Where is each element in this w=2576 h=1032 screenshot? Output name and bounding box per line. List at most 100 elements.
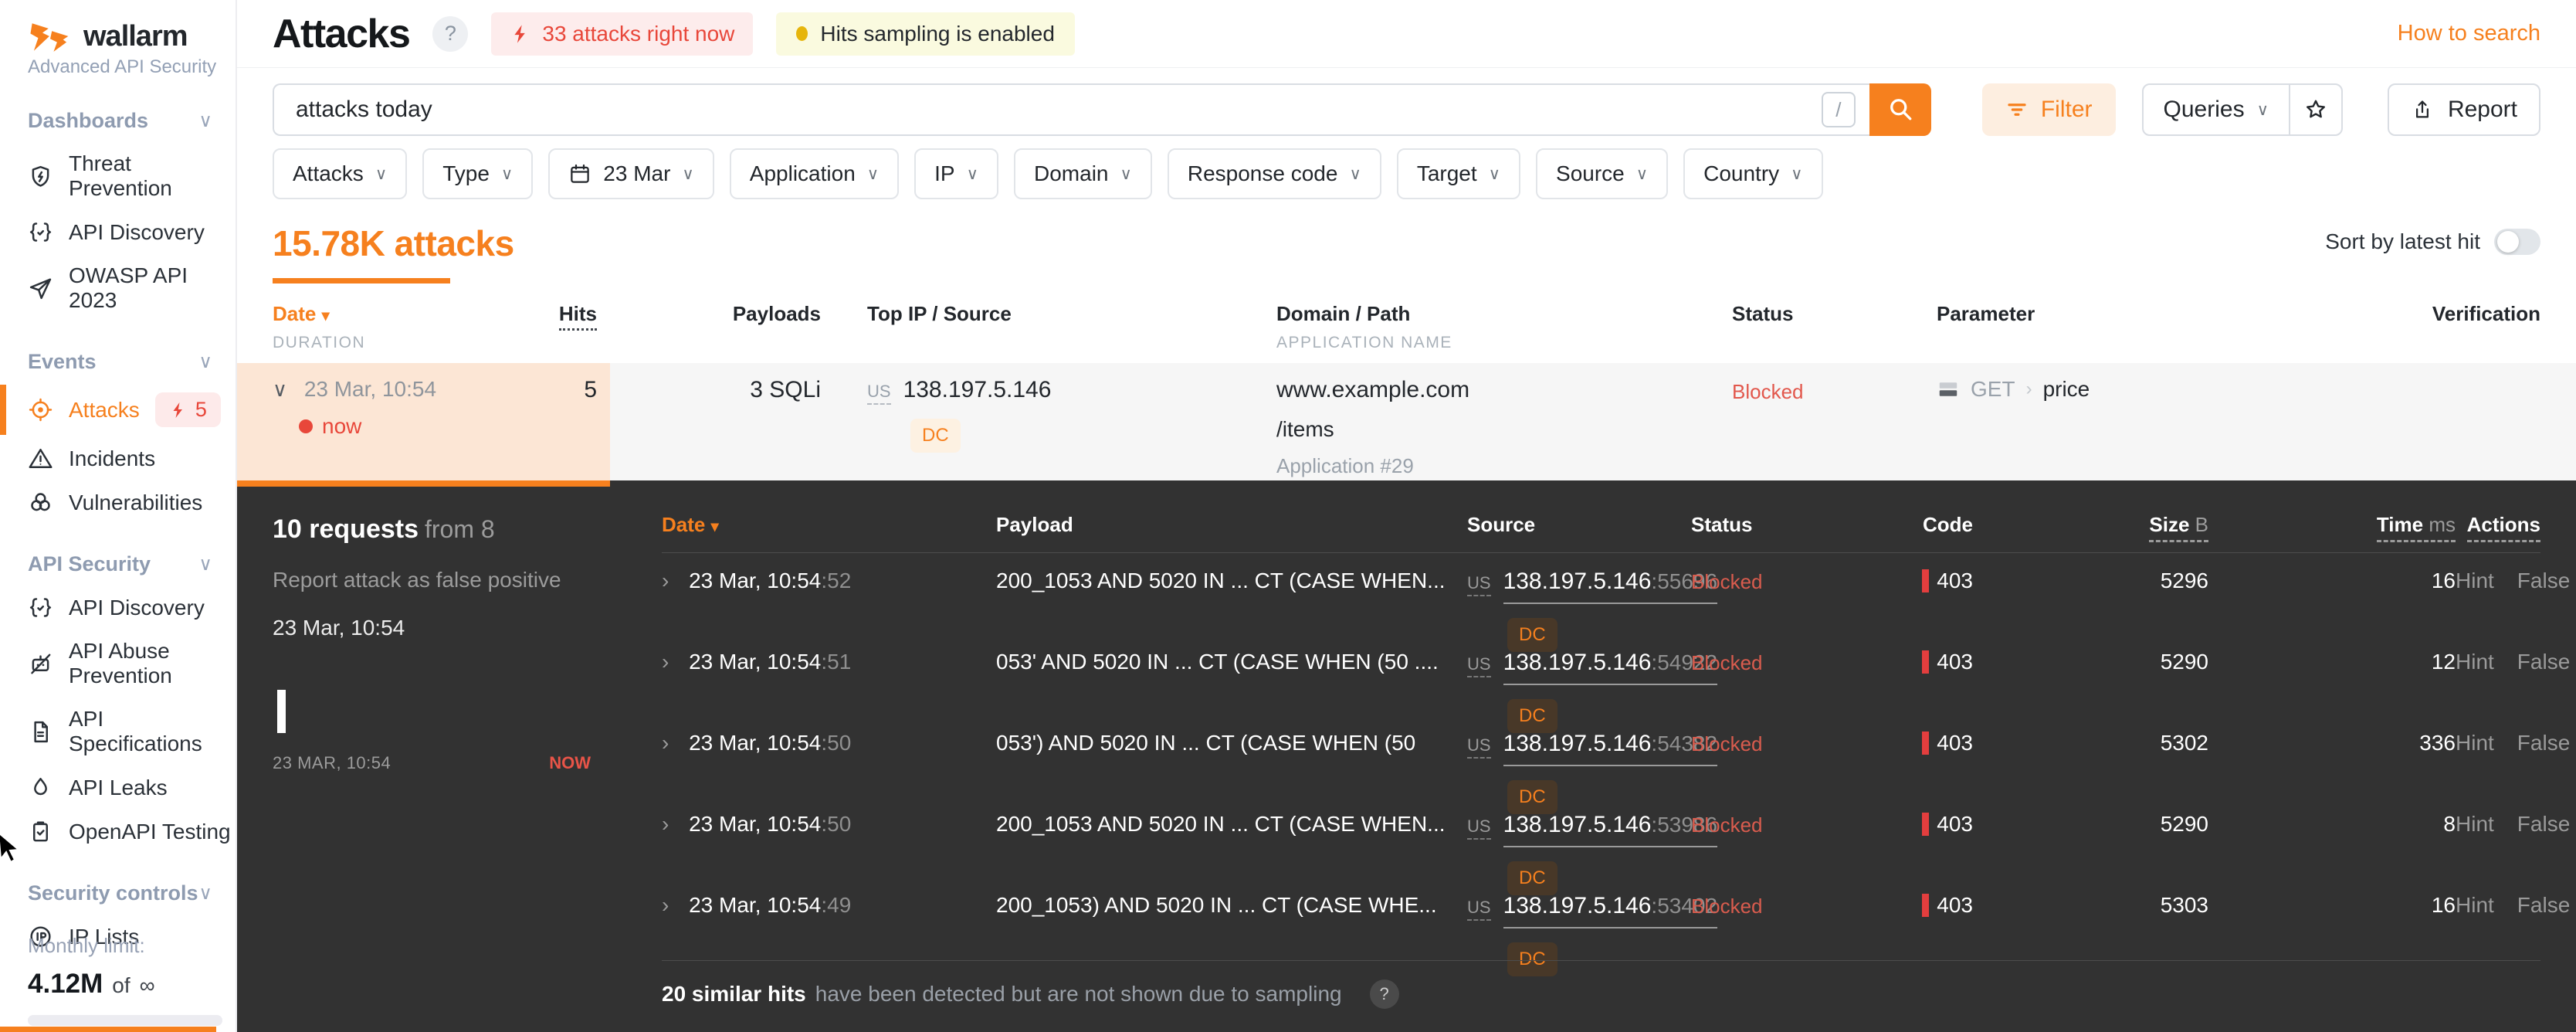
column-header-date[interactable]: Date ▾ DURATION [273, 302, 504, 352]
false-action[interactable]: False [2517, 893, 2570, 918]
domain[interactable]: www.example.com [1276, 377, 1732, 403]
sidebar-item[interactable]: API Leaks [28, 766, 236, 810]
chevron-right-icon[interactable]: › [662, 812, 669, 836]
sidebar-item[interactable]: API Abuse Prevention [28, 630, 236, 698]
hint-action[interactable]: Hint [2456, 893, 2494, 918]
filter-chip[interactable]: IP ∨ [914, 148, 998, 199]
filter-chip[interactable]: Country ∨ [1683, 148, 1823, 199]
attacks-right-now-badge[interactable]: 33 attacks right now [491, 12, 754, 56]
export-icon [2411, 98, 2434, 121]
filter-chip[interactable]: Type ∨ [422, 148, 534, 199]
sidebar-item[interactable]: Vulnerabilities [28, 480, 236, 524]
country-code[interactable]: US [867, 382, 891, 405]
column-header-size[interactable]: Size B [2149, 513, 2208, 542]
request-date-cell[interactable]: › 23 Mar, 10:54:51 [662, 650, 996, 674]
filter-chip[interactable]: Domain ∨ [1014, 148, 1152, 199]
chevron-right-icon[interactable]: › [662, 569, 669, 592]
filter-chip[interactable]: Application ∨ [729, 148, 900, 199]
sidebar-item[interactable]: Attacks 5 [0, 383, 236, 436]
monthly-limit-of: of [112, 973, 130, 997]
sidebar-section[interactable]: Events ∨ [28, 350, 236, 374]
chevron-right-icon[interactable]: › [662, 893, 669, 917]
search-row: / Filter Queries ∨ [273, 83, 2540, 136]
attack-date-cell[interactable]: ∨ 23 Mar, 10:54 now [273, 377, 504, 439]
country-code[interactable]: US [1467, 816, 1491, 840]
sidebar-section-label: Dashboards [28, 109, 149, 132]
request-row[interactable]: › 23 Mar, 10:54:50 053') AND 5020 IN ...… [662, 715, 2570, 814]
false-action[interactable]: False [2517, 569, 2570, 593]
request-date-cell[interactable]: › 23 Mar, 10:54:50 [662, 812, 996, 837]
country-code[interactable]: US [1467, 573, 1491, 596]
attack-row-expanded[interactable]: ∨ 23 Mar, 10:54 now 5 3 SQLi US 138.197.… [237, 363, 2576, 487]
column-header-date[interactable]: Date ▾ [662, 513, 996, 537]
country-code[interactable]: US [1467, 654, 1491, 677]
search-box[interactable]: / [273, 83, 1869, 136]
detail-date: 23 Mar, 10:54 [273, 616, 405, 640]
hint-action[interactable]: Hint [2456, 569, 2494, 593]
filter-chip[interactable]: 23 Mar ∨ [548, 148, 714, 199]
sidebar-item[interactable]: Threat Prevention [28, 142, 236, 210]
sidebar-item[interactable]: API Specifications [28, 698, 236, 766]
sidebar-item-icon [28, 651, 53, 677]
report-false-positive-link[interactable]: Report attack as false positive [273, 568, 636, 592]
source-ip-link[interactable]: 138.197.5.146:53986 [1503, 812, 1718, 847]
request-row[interactable]: › 23 Mar, 10:54:50 200_1053 AND 5020 IN … [662, 796, 2570, 895]
request-row[interactable]: › 23 Mar, 10:54:49 200_1053) AND 5020 IN… [662, 878, 2570, 976]
path[interactable]: /items [1276, 417, 1732, 442]
sidebar-section[interactable]: Dashboards ∨ [28, 109, 236, 133]
column-header-hits[interactable]: Hits [558, 302, 597, 331]
help-icon[interactable]: ? [432, 15, 469, 52]
size-cell: 5302 [2160, 731, 2208, 755]
sidebar-item[interactable]: API Discovery [28, 586, 236, 630]
logo[interactable]: wallarm [28, 20, 236, 53]
filter-chip[interactable]: Source ∨ [1536, 148, 1669, 199]
country-code[interactable]: US [1467, 898, 1491, 921]
search-input[interactable] [296, 97, 1822, 123]
queries-dropdown[interactable]: Queries ∨ [2144, 85, 2289, 134]
country-code[interactable]: US [1467, 735, 1491, 759]
favorite-query-button[interactable] [2290, 85, 2341, 134]
sidebar-item[interactable]: Incidents [28, 436, 236, 480]
source-ip-link[interactable]: 138.197.5.146:53402 [1503, 893, 1718, 928]
hint-action[interactable]: Hint [2456, 812, 2494, 837]
false-action[interactable]: False [2517, 731, 2570, 755]
chevron-right-icon[interactable]: › [662, 650, 669, 674]
sort-by-latest-hit-toggle[interactable] [2494, 229, 2540, 255]
sidebar-nav: Dashboards ∨ Threat Prevention API Disco… [0, 109, 236, 959]
report-button[interactable]: Report [2387, 83, 2540, 136]
payload-cell: 200_1053 AND 5020 IN ... CT (CASE WHEN..… [996, 812, 1446, 836]
false-action[interactable]: False [2517, 650, 2570, 674]
filter-chip[interactable]: Target ∨ [1396, 148, 1521, 199]
filter-chip[interactable]: Response code ∨ [1167, 148, 1381, 199]
payloads-cell: 3 SQLi [750, 377, 821, 402]
filter-chip[interactable]: Attacks ∨ [273, 148, 408, 199]
source-ip-link[interactable]: 138.197.5.146:54922 [1503, 650, 1718, 685]
false-action[interactable]: False [2517, 812, 2570, 837]
request-date-cell[interactable]: › 23 Mar, 10:54:52 [662, 569, 996, 593]
search-button[interactable] [1869, 83, 1931, 136]
request-row[interactable]: › 23 Mar, 10:54:52 200_1053 AND 5020 IN … [662, 553, 2570, 652]
size-cell: 5296 [2160, 569, 2208, 592]
source-ip-link[interactable]: 138.197.5.146:54382 [1503, 731, 1718, 766]
sidebar-item[interactable]: OpenAPI Testing [28, 810, 236, 854]
chevron-down-icon[interactable]: ∨ [273, 378, 287, 401]
sidebar-section[interactable]: Security controls ∨ [28, 881, 236, 905]
source-ip-link[interactable]: 138.197.5.146:55696 [1503, 569, 1718, 604]
request-date-cell[interactable]: › 23 Mar, 10:54:49 [662, 893, 996, 918]
hint-action[interactable]: Hint [2456, 731, 2494, 755]
request-row[interactable]: › 23 Mar, 10:54:51 053' AND 5020 IN ... … [662, 634, 2570, 733]
chevron-right-icon[interactable]: › [662, 731, 669, 755]
attack-detail-panel: 10 requests from 8 Report attack as false… [237, 480, 2576, 1032]
column-header-time[interactable]: Time ms [2376, 513, 2456, 542]
source-ip[interactable]: 138.197.5.146 [903, 377, 1052, 403]
request-date-cell[interactable]: › 23 Mar, 10:54:50 [662, 731, 996, 755]
chevron-down-icon: ∨ [500, 165, 514, 183]
sidebar-item[interactable]: OWASP API 2023 [28, 254, 236, 322]
help-icon[interactable]: ? [1369, 979, 1399, 1009]
column-header-actions[interactable]: Actions [2466, 513, 2540, 542]
hint-action[interactable]: Hint [2456, 650, 2494, 674]
sidebar-section[interactable]: API Security ∨ [28, 552, 236, 576]
how-to-search-link[interactable]: How to search [2398, 21, 2540, 46]
sidebar-item[interactable]: API Discovery [28, 210, 236, 254]
filter-button[interactable]: Filter [1981, 83, 2116, 136]
